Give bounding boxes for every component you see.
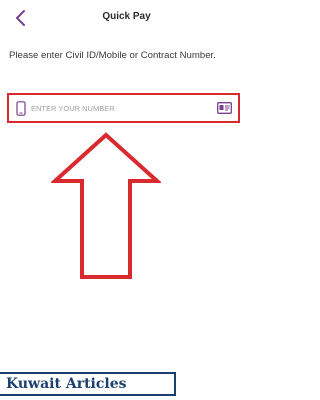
- up-arrow-icon: [51, 132, 161, 279]
- id-card-icon[interactable]: [217, 102, 232, 114]
- watermark-logo: Kuwait Articles: [0, 372, 176, 396]
- number-field-container[interactable]: [7, 93, 240, 123]
- page-title: Quick Pay: [102, 11, 151, 22]
- phone-icon: [16, 101, 26, 116]
- header-bar: Quick Pay: [0, 0, 253, 36]
- number-input[interactable]: [31, 102, 211, 114]
- instruction-text: Please enter Civil ID/Mobile or Contract…: [9, 50, 216, 61]
- watermark-word-1: Kuwait: [6, 376, 61, 392]
- watermark-word-2: Articles: [65, 376, 127, 392]
